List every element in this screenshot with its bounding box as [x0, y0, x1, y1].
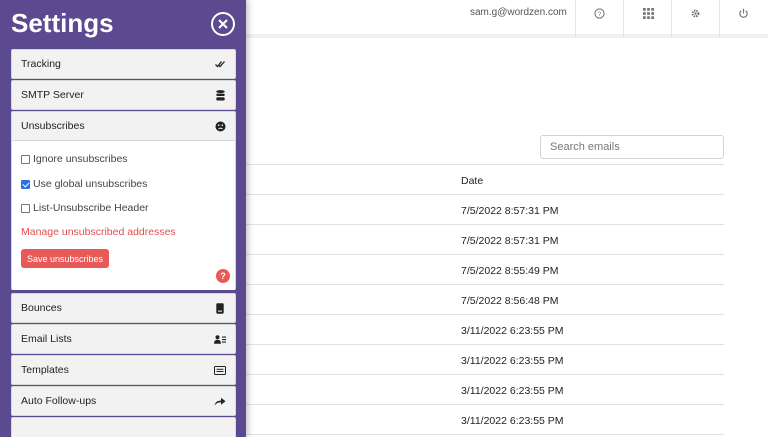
panel-title: Settings: [11, 8, 114, 38]
table-row[interactable]: 7/5/2022 8:56:48 PM: [246, 285, 724, 315]
grid-icon[interactable]: [641, 6, 655, 20]
templates-label: Templates: [21, 364, 69, 376]
smtp-header[interactable]: SMTP Server: [12, 81, 235, 109]
bounces-label: Bounces: [21, 302, 62, 314]
templates-header[interactable]: Templates: [12, 356, 235, 384]
email-lists-header[interactable]: Email Lists: [12, 325, 235, 353]
table-row[interactable]: 7/5/2022 8:55:49 PM: [246, 255, 724, 285]
sad-face-icon: [214, 120, 226, 132]
auto-followups-label: Auto Follow-ups: [21, 395, 97, 407]
tracking-label: Tracking: [21, 58, 61, 70]
date-cell: 3/11/2022 6:23:55 PM: [461, 355, 564, 367]
settings-panel: Settings Tracking SMTP Server Unsubscrib…: [0, 0, 246, 437]
email-lists-section: Email Lists: [11, 324, 236, 354]
auto-followups-section: Auto Follow-ups: [11, 386, 236, 416]
manage-unsubscribed-link[interactable]: Manage unsubscribed addresses: [21, 226, 176, 238]
table-row[interactable]: 3/11/2022 6:23:55 PM: [246, 315, 724, 345]
global-unsubscribes-checkbox[interactable]: [21, 179, 30, 189]
email-lists-label: Email Lists: [21, 333, 72, 345]
templates-section: Templates: [11, 355, 236, 385]
bounces-section: Bounces: [11, 293, 236, 323]
divider: [671, 0, 672, 38]
unsubscribes-section: Unsubscribes Ignore unsubscribes Use glo…: [11, 111, 236, 290]
date-cell: 7/5/2022 8:56:48 PM: [461, 295, 559, 307]
divider: [575, 0, 576, 38]
table-row[interactable]: 3/11/2022 6:23:55 PM: [246, 345, 724, 375]
power-icon[interactable]: [736, 6, 750, 20]
help-icon[interactable]: ?: [216, 269, 230, 283]
smtp-label: SMTP Server: [21, 89, 84, 101]
emails-table: Date 7/5/2022 8:57:31 PM 7/5/2022 8:57:3…: [246, 164, 724, 435]
user-email[interactable]: sam.g@wordzen.com: [470, 7, 567, 18]
date-cell: 7/5/2022 8:57:31 PM: [461, 205, 559, 217]
divider: [719, 0, 720, 38]
next-section: [11, 417, 236, 437]
close-icon: [217, 18, 229, 30]
date-column-header[interactable]: Date: [461, 175, 483, 187]
date-cell: 3/11/2022 6:23:55 PM: [461, 415, 564, 427]
gear-icon[interactable]: [688, 6, 702, 20]
table-header: Date: [246, 164, 724, 195]
tracking-section: Tracking: [11, 49, 236, 79]
global-unsubscribes-option[interactable]: Use global unsubscribes: [21, 178, 147, 190]
mobile-icon: [214, 302, 226, 314]
table-row[interactable]: 7/5/2022 8:57:31 PM: [246, 195, 724, 225]
table-row[interactable]: 3/11/2022 6:23:55 PM: [246, 375, 724, 405]
unsubscribes-label: Unsubscribes: [21, 120, 85, 132]
double-check-icon: [214, 58, 226, 70]
tracking-header[interactable]: Tracking: [12, 50, 235, 78]
date-cell: 7/5/2022 8:55:49 PM: [461, 265, 559, 277]
template-icon: [214, 364, 226, 376]
table-row[interactable]: 3/11/2022 6:23:55 PM: [246, 405, 724, 435]
date-cell: 3/11/2022 6:23:55 PM: [461, 385, 564, 397]
database-icon: [214, 89, 226, 101]
auto-followups-header[interactable]: Auto Follow-ups: [12, 387, 235, 415]
list-unsubscribe-header-checkbox[interactable]: [21, 203, 30, 213]
date-cell: 7/5/2022 8:57:31 PM: [461, 235, 559, 247]
list-unsubscribe-header-option[interactable]: List-Unsubscribe Header: [21, 202, 149, 214]
contacts-icon: [214, 333, 226, 345]
svg-text:?: ?: [597, 10, 601, 17]
unsubscribes-body: Ignore unsubscribes Use global unsubscri…: [12, 140, 235, 290]
ignore-unsubscribes-checkbox[interactable]: [21, 154, 30, 164]
help-circle-icon[interactable]: ?: [592, 6, 606, 20]
table-row[interactable]: 7/5/2022 8:57:31 PM: [246, 225, 724, 255]
save-unsubscribes-button[interactable]: Save unsubscribes: [21, 249, 110, 268]
ignore-unsubscribes-label: Ignore unsubscribes: [33, 153, 128, 165]
bounces-header[interactable]: Bounces: [12, 294, 235, 322]
divider: [623, 0, 624, 38]
list-unsubscribe-header-label: List-Unsubscribe Header: [33, 202, 149, 214]
ignore-unsubscribes-option[interactable]: Ignore unsubscribes: [21, 153, 128, 165]
global-unsubscribes-label: Use global unsubscribes: [33, 178, 148, 190]
unsubscribes-header[interactable]: Unsubscribes: [12, 112, 235, 140]
forward-arrow-icon: [214, 395, 226, 407]
date-cell: 3/11/2022 6:23:55 PM: [461, 325, 564, 337]
close-button[interactable]: [211, 12, 235, 36]
smtp-section: SMTP Server: [11, 80, 236, 110]
search-input[interactable]: [540, 135, 724, 159]
